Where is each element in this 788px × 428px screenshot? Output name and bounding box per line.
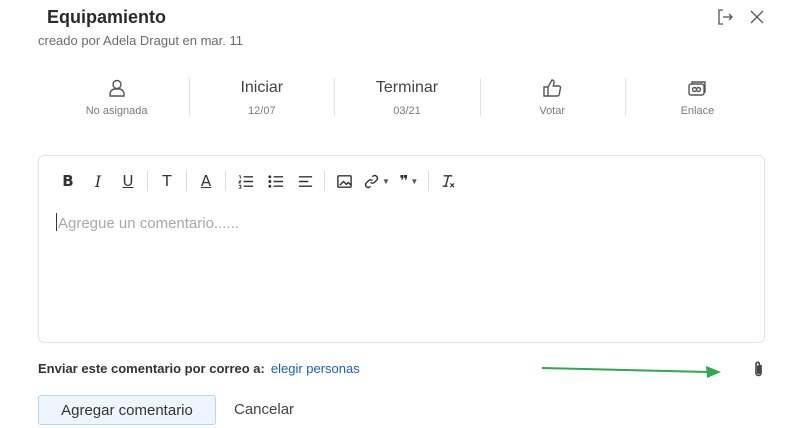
chevron-down-icon: ▼ bbox=[382, 176, 390, 186]
comment-editor[interactable]: B I U T A ▼ ❞ ▼ Agregue un comentario...… bbox=[38, 155, 765, 343]
link-label: Enlace bbox=[680, 105, 715, 117]
bold-button[interactable]: B bbox=[53, 170, 83, 192]
align-left-icon bbox=[298, 175, 312, 187]
exit-icon[interactable] bbox=[716, 8, 734, 26]
end-date-value: 03/21 bbox=[393, 105, 421, 117]
text-style-button[interactable]: T bbox=[152, 170, 182, 192]
start-date-label: Iniciar bbox=[240, 79, 284, 96]
vote-button[interactable]: Votar bbox=[479, 76, 625, 120]
toolbar-divider bbox=[186, 171, 187, 191]
task-meta-row: No asignada Iniciar 12/07 Terminar 03/21… bbox=[44, 76, 770, 120]
ordered-list-icon bbox=[237, 174, 253, 189]
annotation-arrow bbox=[541, 366, 721, 378]
assignee-field[interactable]: No asignada bbox=[44, 76, 189, 120]
paperclip-icon bbox=[755, 361, 762, 377]
quote-icon: ❞ bbox=[399, 172, 409, 190]
user-icon bbox=[108, 79, 125, 97]
text-cursor bbox=[56, 213, 57, 231]
page-title: Equipamiento bbox=[47, 7, 167, 27]
chevron-down-icon: ▼ bbox=[410, 176, 419, 186]
toolbar-divider bbox=[324, 171, 325, 191]
add-comment-button[interactable]: Agregar comentario bbox=[38, 395, 216, 425]
page-subtitle: creado por Adela Dragut en mar. 11 bbox=[38, 33, 243, 48]
clear-format-button[interactable] bbox=[433, 170, 463, 192]
font-color-button[interactable]: A bbox=[191, 170, 221, 192]
ordered-list-button[interactable] bbox=[230, 170, 260, 192]
bullet-list-button[interactable] bbox=[260, 170, 290, 192]
quote-dropdown-button[interactable]: ❞ ▼ bbox=[394, 170, 424, 192]
comment-input[interactable]: Agregue un comentario...... bbox=[56, 213, 239, 232]
thumbs-up-icon bbox=[543, 79, 562, 97]
editor-toolbar: B I U T A ▼ ❞ ▼ bbox=[53, 170, 463, 192]
header-actions bbox=[716, 8, 766, 26]
toolbar-divider bbox=[225, 171, 226, 191]
start-date-field[interactable]: Iniciar 12/07 bbox=[189, 76, 334, 120]
clear-format-icon bbox=[443, 174, 455, 188]
underline-button[interactable]: U bbox=[113, 170, 143, 192]
cancel-button[interactable]: Cancelar bbox=[234, 401, 294, 418]
attachment-button[interactable] bbox=[750, 360, 768, 378]
link-card-icon bbox=[688, 81, 707, 96]
link-icon bbox=[364, 174, 379, 188]
image-button[interactable] bbox=[329, 170, 359, 192]
link-button[interactable]: Enlace bbox=[624, 76, 770, 120]
start-date-value: 12/07 bbox=[248, 105, 276, 117]
align-button[interactable] bbox=[290, 170, 320, 192]
choose-people-link[interactable]: elegir personas bbox=[271, 361, 360, 376]
email-notify-row: Enviar este comentario por correo a: ele… bbox=[38, 361, 360, 376]
image-icon bbox=[336, 174, 352, 188]
end-date-field[interactable]: Terminar 03/21 bbox=[334, 76, 479, 120]
bullet-list-icon bbox=[267, 174, 283, 188]
assignee-label: No asignada bbox=[85, 105, 148, 117]
email-notify-label: Enviar este comentario por correo a: bbox=[38, 361, 265, 376]
italic-button[interactable]: I bbox=[83, 170, 113, 192]
end-date-label: Terminar bbox=[375, 79, 439, 96]
toolbar-divider bbox=[147, 171, 148, 191]
toolbar-divider bbox=[427, 171, 429, 191]
link-dropdown-button[interactable]: ▼ bbox=[359, 170, 394, 192]
close-icon[interactable] bbox=[748, 8, 766, 26]
comment-placeholder: Agregue un comentario...... bbox=[58, 215, 239, 232]
vote-label: Votar bbox=[539, 105, 566, 117]
